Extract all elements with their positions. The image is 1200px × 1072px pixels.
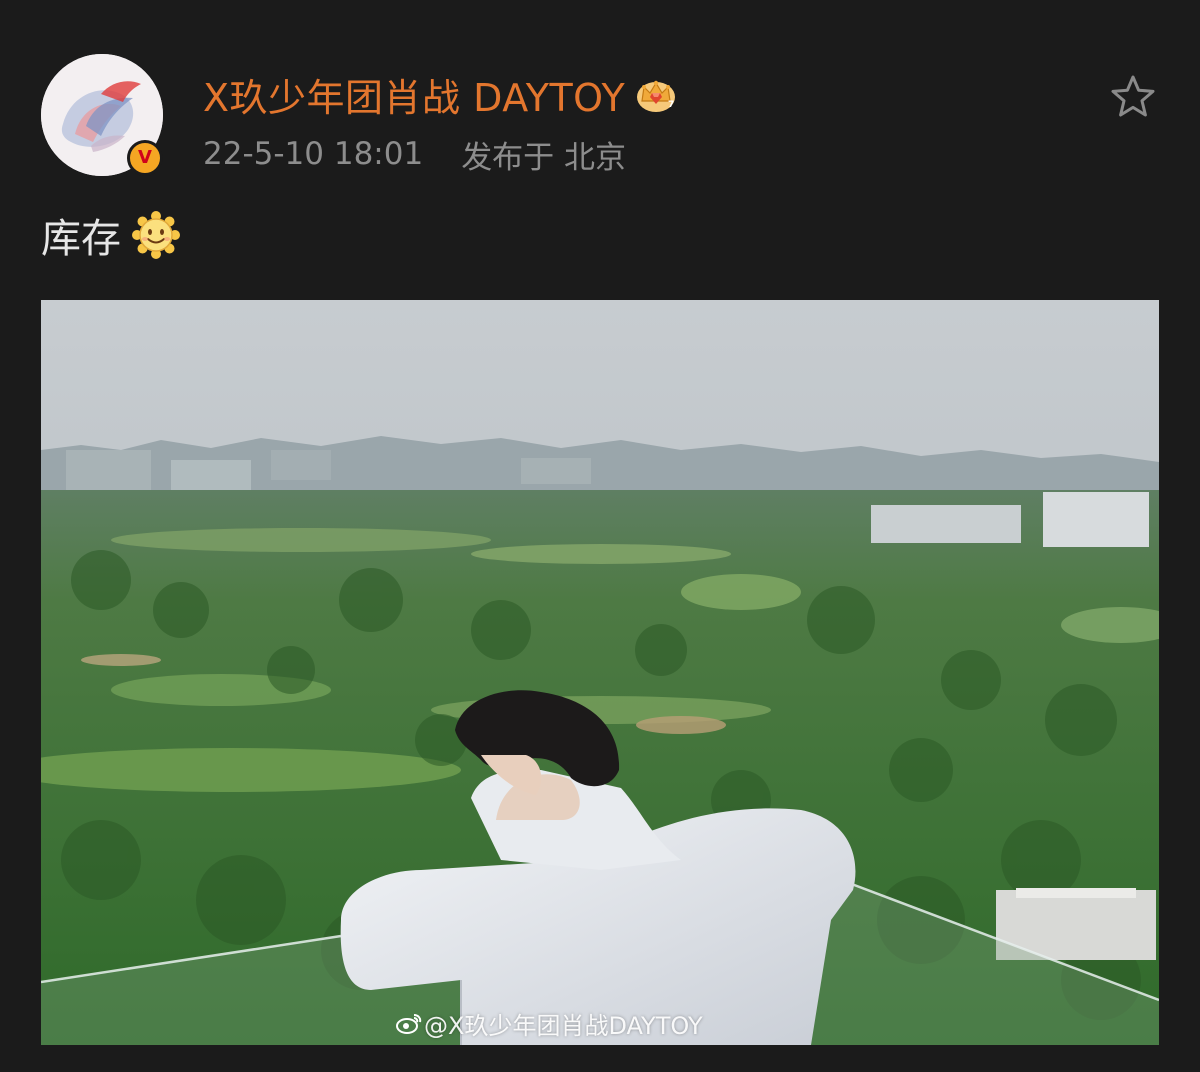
post-timestamp: 22-5-10 18:01 [203, 136, 424, 172]
post-photo[interactable] [41, 300, 1159, 1045]
post-location: 发布于 北京 [461, 139, 627, 176]
svg-text:7: 7 [668, 100, 674, 110]
author-avatar-container[interactable]: V [41, 54, 163, 176]
photo-icon [41, 300, 1159, 1045]
star-outline-icon [1111, 75, 1155, 117]
weibo-post: V X玖少年团肖战 DAYTOY 7 22-5-10 18:01 发布于 北京 … [0, 0, 1200, 1072]
sun-smile-emoji-icon [132, 211, 180, 259]
photo-watermark: @X玖少年团肖战DAYTOY [396, 1003, 703, 1043]
author-row: X玖少年团肖战 DAYTOY 7 [203, 68, 677, 120]
post-text: 库存 [41, 216, 121, 262]
author-name-link[interactable]: X玖少年团肖战 DAYTOY [203, 67, 625, 122]
crown-member-icon[interactable]: 7 [635, 73, 677, 115]
post-content: 库存 [41, 205, 183, 265]
watermark-text: @X玖少年团肖战DAYTOY [424, 1011, 703, 1040]
favorite-button[interactable] [1106, 70, 1160, 124]
weibo-logo-icon [396, 1014, 422, 1034]
verified-badge-label: V [138, 147, 152, 168]
verified-badge-icon: V [127, 140, 163, 176]
post-meta: 22-5-10 18:01 发布于 北京 [203, 132, 626, 176]
